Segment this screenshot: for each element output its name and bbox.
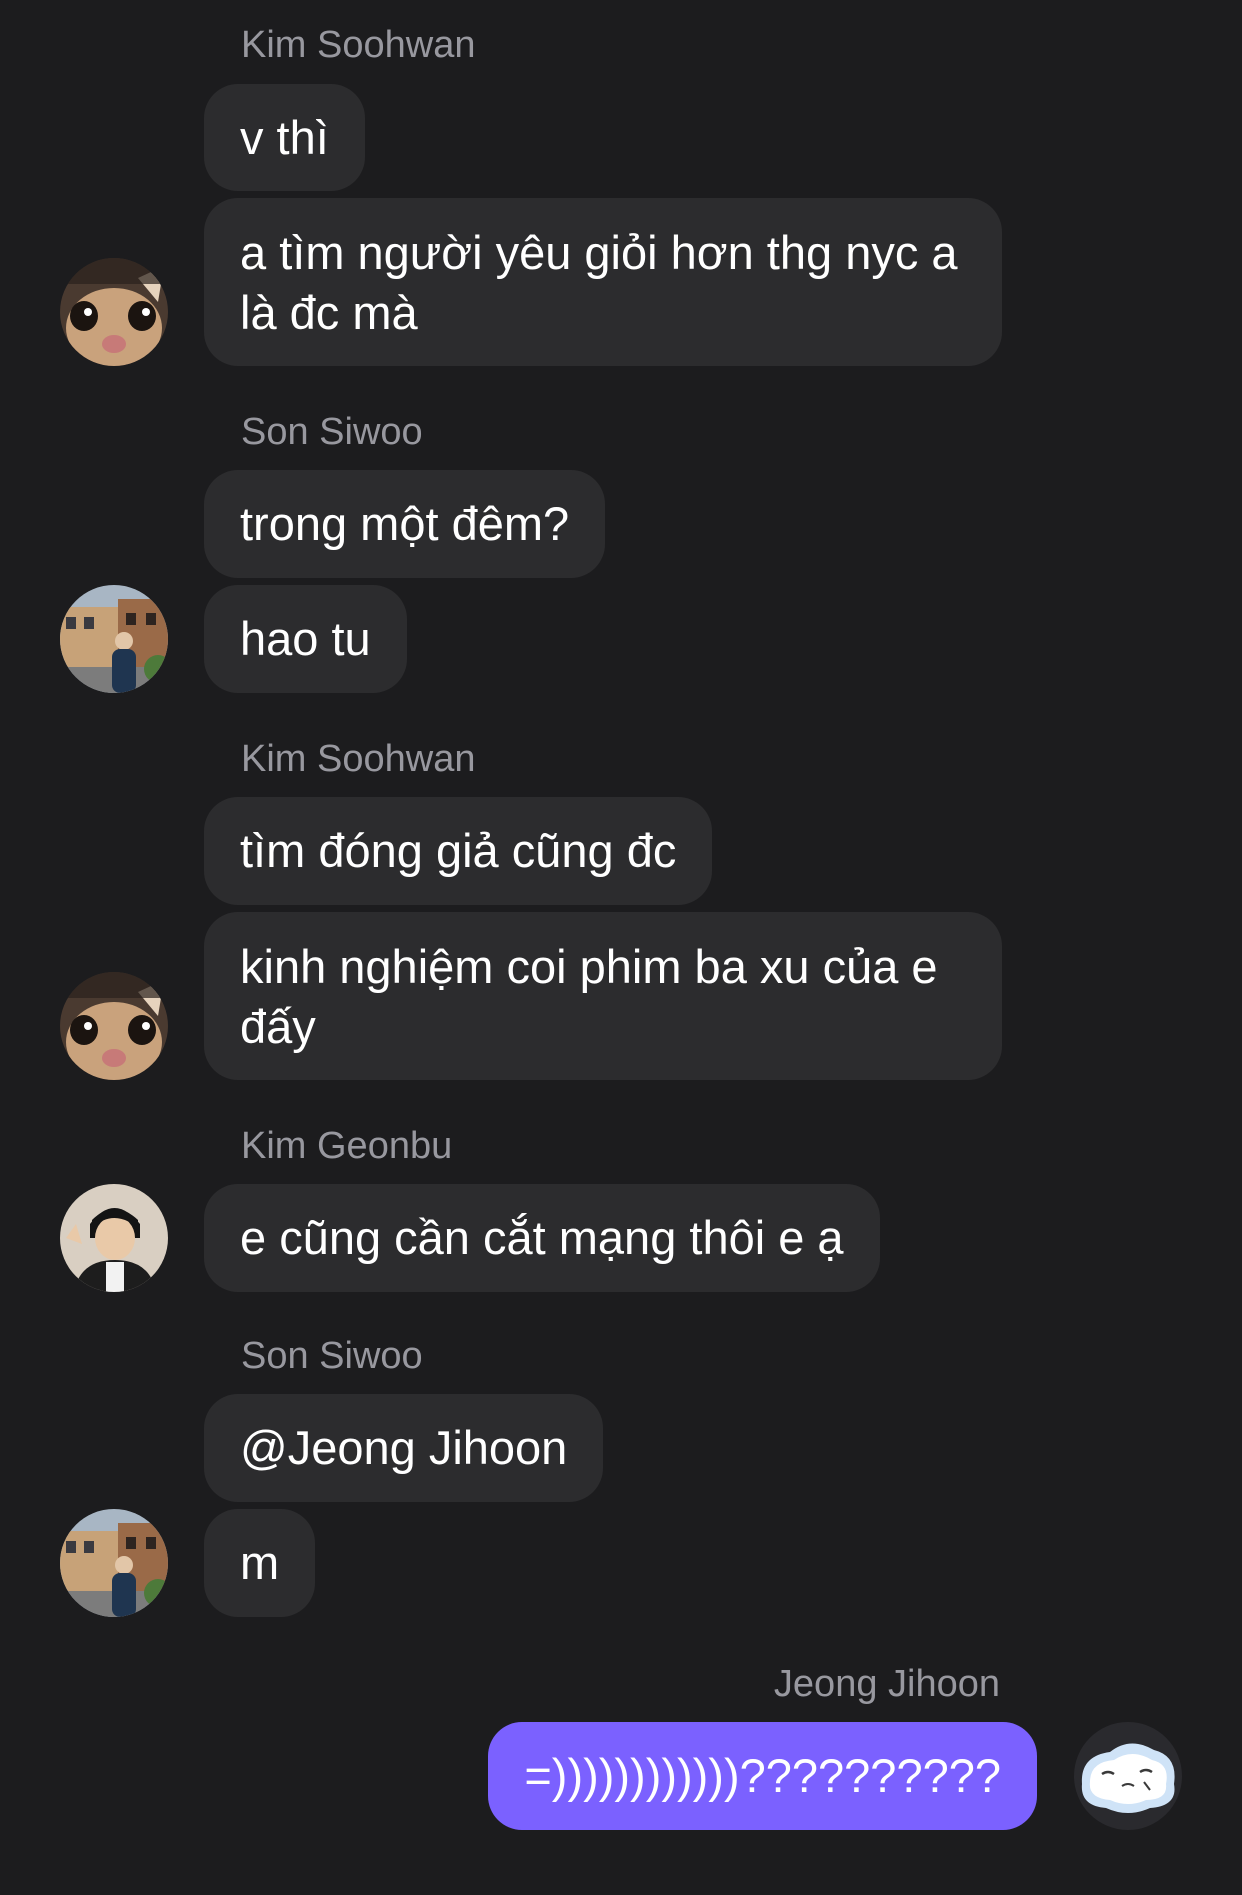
message-bubble[interactable]: @Jeong Jihoon	[204, 1394, 604, 1502]
message-bubble[interactable]: trong một đêm?	[204, 470, 606, 578]
avatar-jeong-jihoon[interactable]	[1074, 1722, 1182, 1830]
sender-name: Son Siwoo	[241, 411, 423, 453]
avatar-son-siwoo[interactable]	[60, 585, 168, 693]
own-message-bubble[interactable]: =))))))))))))??????????	[488, 1722, 1037, 1830]
message-bubble[interactable]: a tìm người yêu giỏi hơn thg nyc a là đc…	[204, 198, 1002, 366]
avatar-son-siwoo[interactable]	[60, 1509, 168, 1617]
street-photo-avatar-icon	[60, 585, 168, 693]
cat-photo-avatar-icon	[60, 972, 168, 1080]
sender-name: Jeong Jihoon	[773, 1663, 1000, 1705]
message-bubble[interactable]: hao tu	[204, 585, 407, 693]
sender-name: Kim Geonbu	[241, 1125, 453, 1167]
message-bubble[interactable]: e cũng cần cắt mạng thôi e ạ	[204, 1184, 880, 1292]
avatar-kim-soohwan[interactable]	[60, 258, 168, 366]
message-bubble[interactable]: kinh nghiệm coi phim ba xu của e đấy	[204, 912, 1002, 1080]
message-bubble[interactable]: v thì	[204, 84, 365, 191]
sender-name: Kim Soohwan	[241, 24, 476, 66]
avatar-kim-soohwan[interactable]	[60, 972, 168, 1080]
chat-screen: { "messages": { "group1": { "sender": "K…	[0, 0, 1242, 1895]
sender-name: Kim Soohwan	[241, 738, 476, 780]
sender-name: Son Siwoo	[241, 1335, 423, 1377]
avatar-kim-geonbu[interactable]	[60, 1184, 168, 1292]
street-photo-avatar-icon	[60, 1509, 168, 1617]
message-bubble[interactable]: tìm đóng giả cũng đc	[204, 797, 713, 905]
person-photo-avatar-icon	[60, 1184, 168, 1292]
cat-photo-avatar-icon	[60, 258, 168, 366]
cartoon-sticker-avatar-icon	[1074, 1722, 1182, 1830]
message-bubble[interactable]: m	[204, 1509, 316, 1617]
